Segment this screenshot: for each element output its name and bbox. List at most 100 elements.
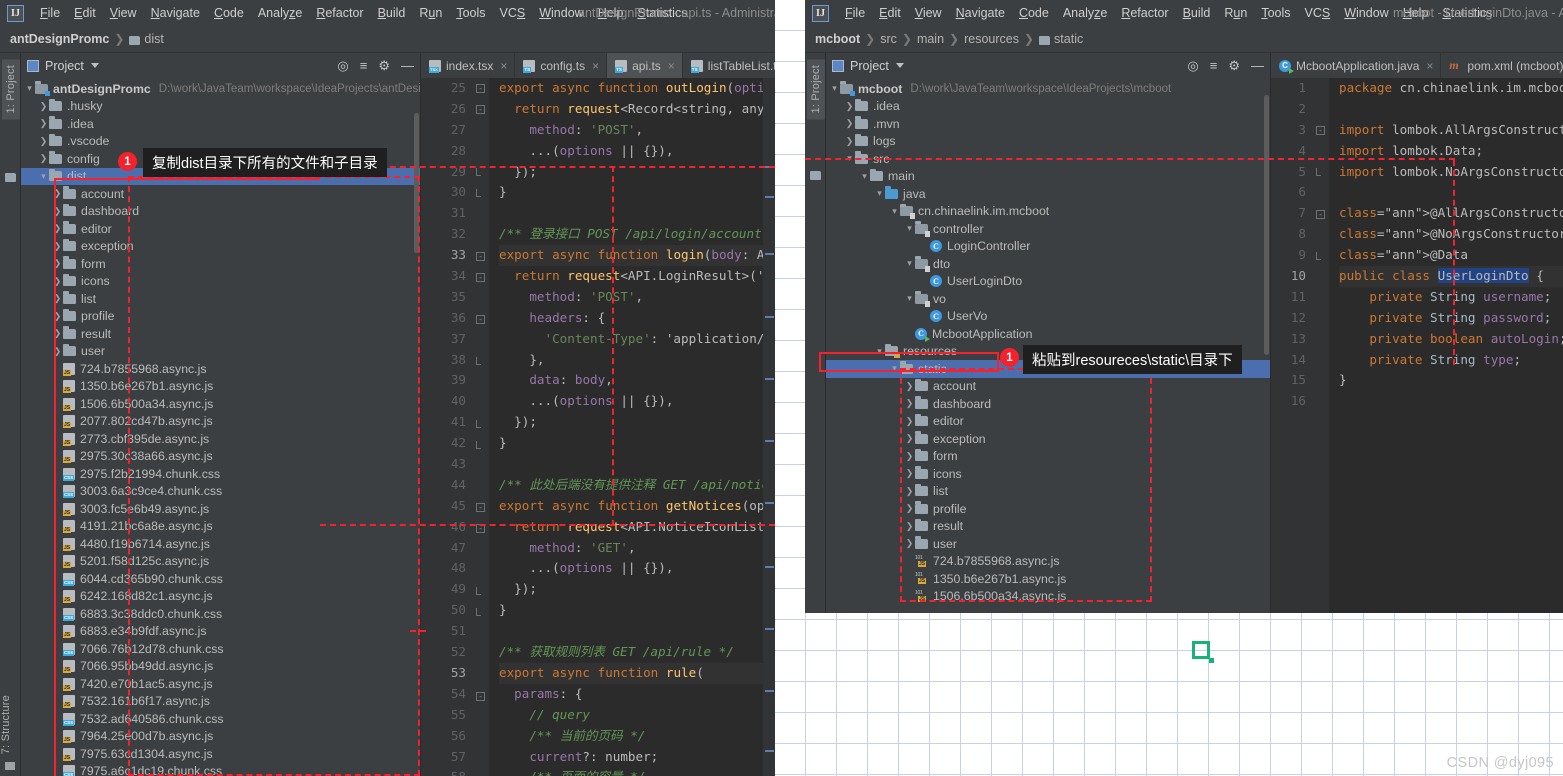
left-code-text[interactable]: export async function outLogin(options r… [489,78,775,776]
menu-run[interactable]: Run [412,4,449,22]
tree-row[interactable]: 2077.802cd47b.async.js [21,413,420,431]
chevron-right-icon[interactable]: ❯ [53,293,62,304]
breadcrumb-resources[interactable]: resources [964,32,1019,46]
tree-row[interactable]: C LoginController [826,238,1270,256]
editor-tab[interactable]: config.ts × [515,53,608,78]
left-editor-marker-bar[interactable] [763,78,775,776]
fold-icon[interactable]: - [476,273,485,282]
tree-row[interactable]: 7964.25e00d7b.async.js [21,728,420,746]
tree-row[interactable]: 7975.a6c1dc19.chunk.css [21,763,420,776]
tree-row[interactable]: ❯ account [21,185,420,203]
chevron-right-icon[interactable]: ❯ [53,346,62,357]
tree-row[interactable]: ❯ form [826,448,1270,466]
chevron-right-icon[interactable]: ❯ [53,276,62,287]
tree-row[interactable]: ❯ exception [21,238,420,256]
chevron-right-icon[interactable]: ❯ [39,118,48,129]
tree-row[interactable]: 1506.6b500a34.async.js [826,588,1270,606]
tree-row[interactable]: ❯ dashboard [826,395,1270,413]
chevron-down-icon[interactable]: ▾ [845,153,854,164]
editor-tab[interactable]: mpom.xml (mcboot)× [1441,53,1563,78]
left-project-tree[interactable]: ▾ antDesignPromc D:\work\JavaTeam\worksp… [21,78,420,776]
fold-icon[interactable]: - [1316,210,1325,219]
chevron-down-icon[interactable]: ▾ [905,223,914,234]
fold-icon[interactable]: - [1316,126,1325,135]
locate-target-icon[interactable]: ◎ [1187,59,1198,72]
chevron-right-icon[interactable]: ❯ [39,101,48,112]
tree-row[interactable]: ❯ .mvn [826,115,1270,133]
tree-row[interactable]: C UserLoginDto [826,273,1270,291]
chevron-right-icon[interactable]: ❯ [53,223,62,234]
tree-row[interactable]: ❯ form [21,255,420,273]
tree-row[interactable]: 724.b7855968.async.js [826,553,1270,571]
menu-code[interactable]: Code [1012,4,1056,22]
menu-view[interactable]: View [103,4,144,22]
chevron-down-icon[interactable]: ▾ [905,258,914,269]
tree-row[interactable]: ❯ .husky [21,98,420,116]
collapse-all-icon[interactable]: ≡ [1210,59,1218,72]
tree-row[interactable]: ❯ profile [21,308,420,326]
tree-row[interactable]: ❯ .idea [21,115,420,133]
collapse-all-icon[interactable]: ≡ [360,59,368,72]
chevron-right-icon[interactable]: ❯ [53,206,62,217]
tree-row[interactable]: ❯ icons [826,465,1270,483]
right-code-area[interactable]: 1 2 3 4 5 6 7 8 9 10 11 12 13 14 15 16 - - package cn.c… [1271,78,1563,613]
chevron-right-icon[interactable]: ❯ [905,468,914,479]
tree-row[interactable]: 7066.95bb49dd.async.js [21,658,420,676]
tree-row[interactable]: 6044.cd365b90.chunk.css [21,570,420,588]
fold-end-icon[interactable] [1316,168,1321,176]
chevron-right-icon[interactable]: ❯ [905,433,914,444]
fold-icon[interactable]: - [476,503,485,512]
tree-row[interactable]: ▾ vo [826,290,1270,308]
fold-icon[interactable]: - [476,252,485,261]
tree-row[interactable]: 6242.168d82c1.async.js [21,588,420,606]
chevron-down-icon[interactable]: ▾ [890,206,899,217]
editor-tab[interactable]: index.tsx × [421,53,516,78]
tree-row[interactable]: ❯ icons [21,273,420,291]
tree-row[interactable]: ❯ result [826,518,1270,536]
tree-row[interactable]: ▾ dto [826,255,1270,273]
tree-root-row[interactable]: ▾ antDesignPromc D:\work\JavaTeam\worksp… [21,80,420,98]
chevron-right-icon[interactable]: ❯ [905,521,914,532]
tree-row[interactable]: 6883.3c38ddc0.chunk.css [21,605,420,623]
gear-icon[interactable]: ⚙ [1228,59,1240,72]
editor-tab[interactable]: api.ts × [607,53,683,78]
fold-end-icon[interactable] [476,189,481,197]
tree-row[interactable]: ❯ user [826,535,1270,553]
fold-end-icon[interactable] [476,608,481,616]
right-fold-column[interactable]: - - [1313,78,1329,613]
tree-row[interactable]: 724.b7855968.async.js [21,360,420,378]
sidebar-tab-project[interactable]: 1: Project [2,59,20,120]
menu-analyze[interactable]: Analyze [1056,4,1114,22]
chevron-down-icon[interactable]: ▾ [860,171,869,182]
hide-panel-icon[interactable]: — [1251,59,1264,72]
chevron-right-icon[interactable]: ❯ [53,328,62,339]
close-icon[interactable]: × [500,59,507,73]
tree-row[interactable]: ❯ list [826,483,1270,501]
chevron-right-icon[interactable]: ❯ [39,153,48,164]
chevron-down-icon[interactable]: ▾ [905,293,914,304]
menu-vcs[interactable]: VCS [493,4,533,22]
chevron-right-icon[interactable]: ❯ [53,258,62,269]
fold-end-icon[interactable] [476,441,481,449]
chevron-right-icon[interactable]: ❯ [905,416,914,427]
menu-window[interactable]: Window [1337,4,1395,22]
fold-end-icon[interactable] [476,168,481,176]
chevron-down-icon[interactable]: ▾ [875,188,884,199]
menu-tools[interactable]: Tools [1254,4,1297,22]
project-tree-scrollbar[interactable] [1264,95,1269,355]
tree-row[interactable]: ❯ result [21,325,420,343]
breadcrumb-dist[interactable]: dist [144,32,163,46]
fold-end-icon[interactable] [476,587,481,595]
menu-run[interactable]: Run [1217,4,1254,22]
tree-row[interactable]: 1350.b6e267b1.async.js [21,378,420,396]
chevron-right-icon[interactable]: ❯ [53,241,62,252]
gear-icon[interactable]: ⚙ [378,59,390,72]
chevron-down-icon[interactable]: ▾ [830,83,839,94]
menu-navigate[interactable]: Navigate [144,4,207,22]
chevron-right-icon[interactable]: ❯ [905,451,914,462]
menu-view[interactable]: View [908,4,949,22]
tree-row[interactable]: ▾ java [826,185,1270,203]
tree-row[interactable]: 2975.f2b21994.chunk.css [21,465,420,483]
tree-row[interactable]: 5201.f58d125c.async.js [21,553,420,571]
tree-row[interactable]: 1350.b6e267b1.async.js [826,570,1270,588]
